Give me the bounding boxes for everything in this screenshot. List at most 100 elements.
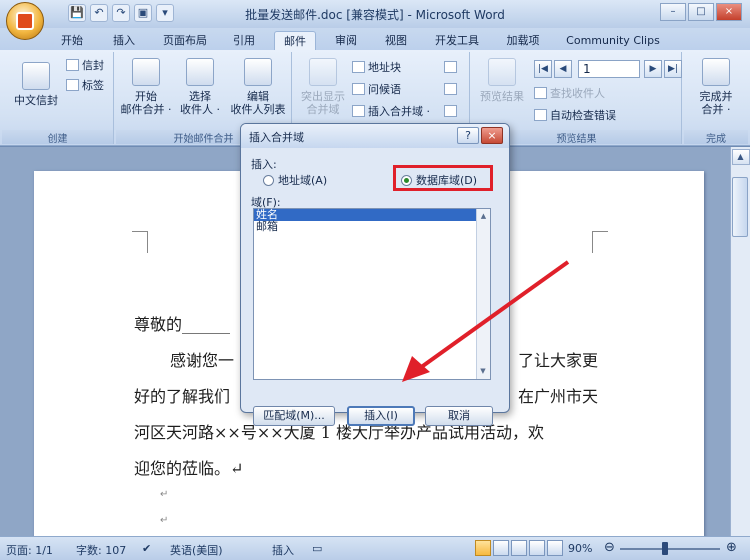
zoom-slider-track[interactable] — [620, 548, 720, 550]
office-logo-icon — [16, 12, 34, 30]
insert-button[interactable]: 插入(I) — [347, 406, 415, 426]
start-mail-merge-button[interactable]: 开始 邮件合并 · — [118, 58, 174, 116]
doc-line-1-right: 了让大家更 — [518, 351, 599, 370]
finish-merge-icon — [702, 58, 730, 86]
fields-listbox[interactable]: 姓名 邮箱 ▲ ▼ — [253, 208, 491, 380]
magnifier-icon — [488, 58, 516, 86]
doc-line-4: 迎您的莅临。↵ — [134, 459, 244, 478]
scroll-up-icon[interactable]: ▲ — [731, 149, 750, 165]
tab-references[interactable]: 引用 — [224, 31, 264, 50]
update-labels-button[interactable] — [444, 104, 460, 120]
rules-button[interactable] — [444, 60, 460, 76]
scroll-up-icon[interactable]: ▲ — [478, 210, 490, 222]
web-layout-view-icon[interactable] — [511, 540, 527, 556]
zoom-out-icon[interactable]: ⊖ — [604, 540, 615, 555]
zoom-in-icon[interactable]: ⊕ — [726, 540, 737, 555]
zoom-level[interactable]: 90% — [568, 542, 592, 555]
radio-icon — [263, 175, 274, 186]
dialog-title-bar[interactable]: 插入合并域 ? × — [241, 124, 509, 148]
highlight-box — [393, 165, 493, 191]
word-count[interactable]: 字数: 107 — [76, 542, 126, 558]
insert-field-icon — [352, 105, 365, 117]
list-item[interactable]: 姓名 — [254, 209, 490, 221]
crop-mark-right — [592, 231, 608, 253]
print-layout-view-icon[interactable] — [475, 540, 491, 556]
dialog-close-button[interactable]: × — [481, 127, 503, 144]
tab-mailings[interactable]: 邮件 — [274, 31, 316, 50]
scroll-thumb[interactable] — [732, 177, 748, 237]
list-item[interactable]: 邮箱 — [254, 221, 490, 233]
ribbon-tabs: 开始 插入 页面布局 引用 邮件 审阅 视图 开发工具 加载项 Communit… — [0, 28, 750, 50]
envelope-button[interactable]: 信封 — [66, 58, 104, 74]
group-finish: 完成并 合并 · 完成 — [684, 52, 748, 145]
doc-line-2-left: 好的了解我们 — [134, 387, 231, 406]
minimize-button[interactable]: – — [660, 3, 686, 21]
tab-review[interactable]: 审阅 — [326, 31, 366, 50]
edit-recipient-list-button[interactable]: 编辑 收件人列表 — [226, 58, 290, 116]
highlight-merge-fields-button[interactable]: 突出显示 合并域 — [296, 58, 350, 116]
tab-addins[interactable]: 加载项 — [498, 31, 548, 50]
greeting-line-button[interactable]: 问候语 — [352, 82, 401, 98]
language-indicator[interactable]: 英语(美国) — [170, 542, 223, 558]
listbox-scrollbar[interactable]: ▲ ▼ — [476, 209, 490, 379]
view-buttons — [475, 540, 563, 556]
insert-merge-field-button[interactable]: 插入合并域 · — [352, 104, 430, 120]
vertical-scrollbar[interactable]: ▲ — [730, 147, 750, 536]
label-button[interactable]: 标签 — [66, 78, 104, 94]
paragraph-mark: ↵ — [160, 515, 169, 526]
title-bar: 💾 ↶ ↷ ▣ ▾ 批量发送邮件.doc [兼容模式] - Microsoft … — [0, 0, 750, 28]
document-icon — [132, 58, 160, 86]
address-block-button[interactable]: 地址块 — [352, 60, 401, 76]
tab-view[interactable]: 视图 — [376, 31, 416, 50]
outline-view-icon[interactable] — [529, 540, 545, 556]
full-screen-view-icon[interactable] — [493, 540, 509, 556]
match-fields-ribbon-button[interactable] — [444, 82, 460, 98]
tab-community-clips[interactable]: Community Clips — [558, 31, 668, 50]
tab-insert[interactable]: 插入 — [104, 31, 144, 50]
page-indicator[interactable]: 页面: 1/1 — [6, 542, 53, 558]
find-recipient-button[interactable]: 查找收件人 — [534, 86, 605, 102]
status-bar: 页面: 1/1 字数: 107 ✔ 英语(美国) 插入 ▭ 90% ⊖ ⊕ — [0, 536, 750, 560]
close-button[interactable]: × — [716, 3, 742, 21]
find-recipient-icon — [534, 87, 547, 99]
office-button[interactable] — [6, 2, 44, 40]
group-label-finish: 完成 — [684, 130, 748, 145]
group-create: 中文信封 信封 标签 创建 — [2, 52, 114, 145]
macro-record-icon[interactable]: ▭ — [312, 542, 322, 555]
match-fields-button[interactable]: 匹配域(M)... — [253, 406, 335, 426]
dialog-title: 插入合并域 — [249, 131, 304, 144]
highlight-fields-icon — [309, 58, 337, 86]
chinese-envelope-button[interactable]: 中文信封 — [6, 62, 66, 107]
zoom-slider-knob[interactable] — [662, 542, 668, 555]
insert-mode-indicator[interactable]: 插入 — [272, 542, 294, 558]
dialog-title-buttons: ? × — [457, 127, 503, 144]
maximize-button[interactable]: □ — [688, 3, 714, 21]
doc-line-2-right: 在广州市天 — [518, 387, 599, 406]
scroll-down-icon[interactable]: ▼ — [477, 365, 489, 377]
address-fields-radio[interactable]: 地址域(A) — [263, 172, 327, 188]
last-record-button[interactable]: ▶| — [664, 60, 682, 78]
address-block-icon — [352, 61, 365, 73]
first-record-button[interactable]: |◀ — [534, 60, 552, 78]
next-record-button[interactable]: ▶ — [644, 60, 662, 78]
rules-icon — [444, 61, 457, 73]
group-label-create: 创建 — [2, 130, 113, 145]
proofing-icon[interactable]: ✔ — [142, 542, 151, 555]
prev-record-button[interactable]: ◀ — [554, 60, 572, 78]
finish-merge-button[interactable]: 完成并 合并 · — [686, 58, 746, 116]
select-recipients-button[interactable]: 选择 收件人 · — [174, 58, 226, 116]
tab-home[interactable]: 开始 — [52, 31, 92, 50]
auto-check-errors-button[interactable]: 自动检查错误 — [534, 108, 616, 124]
preview-results-button[interactable]: 预览结果 — [474, 58, 530, 103]
help-button[interactable]: ? — [457, 127, 479, 144]
record-number-input[interactable]: 1 — [578, 60, 640, 78]
envelope-icon — [22, 62, 50, 90]
window-title: 批量发送邮件.doc [兼容模式] - Microsoft Word — [245, 8, 505, 22]
envelope-small-icon — [66, 59, 79, 71]
draft-view-icon[interactable] — [547, 540, 563, 556]
cancel-button[interactable]: 取消 — [425, 406, 493, 426]
insert-merge-field-dialog: 插入合并域 ? × 插入: 地址域(A) 数据库域(D) 域(F): 姓名 邮箱… — [240, 123, 510, 426]
tab-developer[interactable]: 开发工具 — [426, 31, 488, 50]
tab-page-layout[interactable]: 页面布局 — [154, 31, 216, 50]
check-errors-icon — [534, 109, 547, 121]
